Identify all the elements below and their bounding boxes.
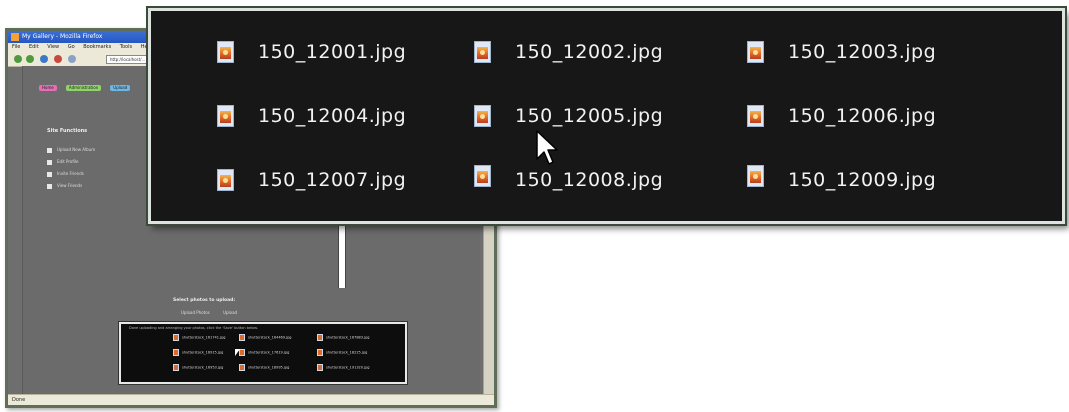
upload-hint: Done uploading and arranging your photos…: [129, 326, 258, 330]
tab-administration[interactable]: Administration: [65, 85, 102, 91]
firefox-icon: [11, 33, 19, 41]
menu-file[interactable]: File: [12, 44, 20, 50]
file-name: 150_12001.jpg: [258, 41, 407, 63]
mini-file-item[interactable]: shutterstock_16915.jpg: [173, 349, 223, 356]
file-item[interactable]: 150_12007.jpg: [217, 165, 406, 195]
back-icon[interactable]: [14, 55, 22, 63]
function-label: View Friends: [57, 183, 83, 188]
mini-file-item[interactable]: shutterstock_18225.jpg: [317, 349, 367, 356]
mini-file-item[interactable]: shutterstock_161741.jpg: [173, 334, 226, 341]
image-file-icon: [217, 105, 234, 127]
bullet-icon: [47, 183, 52, 189]
image-file-icon: [747, 41, 764, 63]
window-title: My Gallery - Mozilla Firefox: [22, 33, 103, 40]
image-file-icon: [474, 165, 491, 187]
file-name: 150_12009.jpg: [788, 169, 937, 191]
file-name: 150_12003.jpg: [788, 41, 937, 63]
image-file-icon: [239, 364, 245, 371]
file-name: 150_12004.jpg: [258, 105, 407, 127]
mouse-pointer-icon: [536, 130, 558, 165]
upload-file-box: Done uploading and arranging your photos…: [118, 321, 408, 385]
image-file-icon: [239, 334, 245, 341]
image-file-icon: [173, 334, 179, 341]
upload-photos-link[interactable]: Upload Photos: [181, 310, 210, 315]
file-item[interactable]: 150_12005.jpg: [474, 101, 663, 131]
mini-file-item[interactable]: shutterstock_191320.jpg: [317, 364, 370, 371]
function-item[interactable]: View Friends: [47, 180, 95, 192]
menu-tools[interactable]: Tools: [120, 44, 132, 50]
mouse-pointer-icon: [235, 349, 240, 356]
function-item[interactable]: Upload New Album: [47, 144, 95, 156]
image-file-icon: [747, 105, 764, 127]
file-name: 150_12006.jpg: [788, 105, 937, 127]
zoomed-file-list: 150_12001.jpg 150_12002.jpg 150_12003.jp…: [146, 6, 1067, 226]
image-file-icon: [317, 364, 323, 371]
image-file-icon: [474, 105, 491, 127]
mini-file-item[interactable]: shutterstock_164469.jpg: [239, 334, 292, 341]
upload-links: Upload Photos Upload: [181, 310, 249, 315]
file-item[interactable]: 150_12006.jpg: [747, 101, 936, 131]
stop-icon[interactable]: [54, 55, 62, 63]
mini-file-item[interactable]: shutterstock_167883.jpg: [317, 334, 370, 341]
menu-go[interactable]: Go: [68, 44, 75, 50]
image-file-icon: [317, 349, 323, 356]
menu-bookmarks[interactable]: Bookmarks: [83, 44, 111, 50]
file-item[interactable]: 150_12009.jpg: [747, 161, 936, 191]
file-name: 150_12008.jpg: [515, 169, 664, 191]
callout-connector: [338, 222, 346, 288]
image-file-icon: [217, 41, 234, 63]
file-name: 150_12002.jpg: [515, 41, 664, 63]
site-functions-heading: Site Functions: [47, 128, 88, 134]
status-bar: Done: [8, 394, 494, 405]
upload-link[interactable]: Upload: [223, 310, 237, 315]
home-icon[interactable]: [68, 55, 76, 63]
mini-file-item[interactable]: shutterstock_17619.jpg: [239, 349, 289, 356]
mini-file-item[interactable]: shutterstock_16953.jpg: [173, 364, 223, 371]
image-file-icon: [317, 334, 323, 341]
select-photos-label: Select photos to upload:: [173, 298, 236, 303]
file-item[interactable]: 150_12004.jpg: [217, 101, 406, 131]
file-item[interactable]: 150_12001.jpg: [217, 37, 406, 67]
site-functions-list: Upload New Album Edit Profile Invite Fri…: [47, 144, 95, 192]
file-name: 150_12005.jpg: [515, 105, 664, 127]
image-file-icon: [747, 165, 764, 187]
function-label: Upload New Album: [57, 147, 96, 152]
file-item[interactable]: 150_12003.jpg: [747, 37, 936, 67]
file-item[interactable]: 150_12002.jpg: [474, 37, 663, 67]
file-item[interactable]: 150_12008.jpg: [474, 161, 663, 191]
image-file-icon: [474, 41, 491, 63]
menu-edit[interactable]: Edit: [29, 44, 39, 50]
image-file-icon: [173, 349, 179, 356]
bullet-icon: [47, 159, 52, 165]
tab-home[interactable]: Home: [39, 85, 57, 91]
reload-icon[interactable]: [40, 55, 48, 63]
bullet-icon: [47, 147, 52, 153]
site-tabs: Home Administration Upload: [39, 74, 134, 93]
tab-upload[interactable]: Upload: [110, 85, 131, 91]
menu-view[interactable]: View: [47, 44, 59, 50]
function-item[interactable]: Edit Profile: [47, 156, 95, 168]
bullet-icon: [47, 171, 52, 177]
function-label: Edit Profile: [57, 159, 79, 164]
image-file-icon: [173, 364, 179, 371]
forward-icon[interactable]: [26, 55, 34, 63]
function-item[interactable]: Invite Friends: [47, 168, 95, 180]
mini-file-item[interactable]: shutterstock_18995.jpg: [239, 364, 289, 371]
function-label: Invite Friends: [57, 171, 84, 176]
file-name: 150_12007.jpg: [258, 169, 407, 191]
image-file-icon: [217, 169, 234, 191]
